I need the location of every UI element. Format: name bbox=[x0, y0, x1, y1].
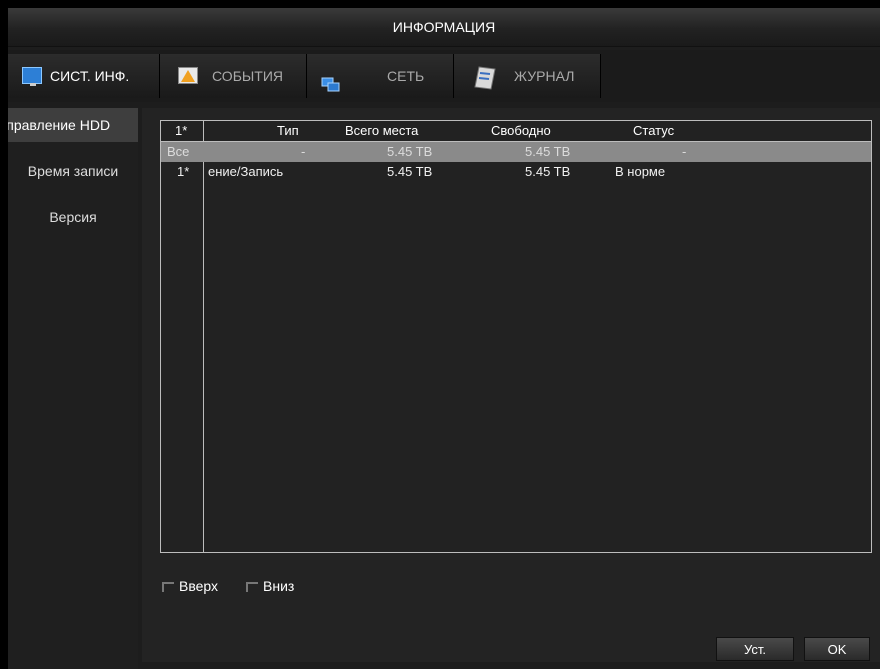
tab-label: СОБЫТИЯ bbox=[212, 68, 283, 84]
network-icon bbox=[321, 67, 341, 92]
cell-type: ение/Запись bbox=[208, 164, 284, 179]
cell-id: 1* bbox=[177, 164, 190, 179]
table-row[interactable]: Все - 5.45 TB 5.45 TB - bbox=[161, 142, 871, 162]
monitor-icon bbox=[22, 67, 42, 86]
tab-network[interactable]: СЕТЬ bbox=[307, 54, 454, 98]
cell-total: 5.45 TB bbox=[387, 164, 433, 179]
tab-system-info[interactable]: СИСТ. ИНФ. bbox=[8, 54, 160, 98]
page-up-label: Вверх bbox=[179, 578, 219, 594]
tab-bar: СИСТ. ИНФ. СОБЫТИЯ СЕТЬ ЖУРНАЛ bbox=[8, 50, 880, 102]
sidebar-item-hdd-management[interactable]: Управление HDD bbox=[8, 108, 138, 142]
column-header-total: Всего места bbox=[345, 123, 419, 138]
log-book-icon bbox=[474, 63, 496, 90]
tab-events[interactable]: СОБЫТИЯ bbox=[160, 54, 307, 98]
page-down-icon bbox=[246, 582, 258, 593]
tab-log[interactable]: ЖУРНАЛ bbox=[454, 54, 601, 98]
sidebar-item-label: Управление HDD bbox=[8, 117, 111, 133]
page-down-button[interactable]: Вниз bbox=[246, 576, 294, 596]
sidebar-item-label: Версия bbox=[49, 209, 97, 225]
cell-free: 5.45 TB bbox=[525, 144, 571, 159]
sidebar: Управление HDD Время записи Версия bbox=[8, 108, 138, 669]
sidebar-item-label: Время записи bbox=[27, 163, 119, 179]
table-row[interactable]: 1* ение/Запись 5.45 TB 5.45 TB В норме bbox=[161, 162, 871, 182]
page-up-button[interactable]: Вверх bbox=[162, 576, 218, 596]
cell-total: 5.45 TB bbox=[387, 144, 433, 159]
cell-free: 5.45 TB bbox=[525, 164, 571, 179]
tab-label: СИСТ. ИНФ. bbox=[50, 68, 130, 84]
cell-type: - bbox=[301, 144, 306, 159]
cell-status: В норме bbox=[615, 164, 666, 179]
column-header-status: Статус bbox=[633, 123, 675, 138]
ok-button[interactable]: OK bbox=[804, 637, 870, 661]
cell-id: Все bbox=[167, 144, 190, 159]
sidebar-item-record-time[interactable]: Время записи bbox=[8, 154, 138, 188]
cell-status: - bbox=[682, 144, 687, 159]
column-header-free: Свободно bbox=[491, 123, 551, 138]
window-title: ИНФОРМАЦИЯ bbox=[8, 8, 880, 47]
tab-label: ЖУРНАЛ bbox=[514, 68, 575, 84]
content-panel: 1* Тип Всего места Свободно Статус Все -… bbox=[142, 108, 880, 662]
warning-icon bbox=[178, 67, 198, 84]
hdd-table: 1* Тип Всего места Свободно Статус Все -… bbox=[160, 120, 872, 553]
sidebar-item-version[interactable]: Версия bbox=[8, 200, 138, 234]
column-header-id: 1* bbox=[175, 123, 188, 138]
column-header-type: Тип bbox=[277, 123, 299, 138]
page-down-label: Вниз bbox=[263, 578, 295, 594]
set-button[interactable]: Уст. bbox=[716, 637, 794, 661]
column-divider bbox=[203, 121, 204, 552]
page-up-icon bbox=[162, 582, 174, 593]
tab-label: СЕТЬ bbox=[387, 68, 425, 84]
info-window: ИНФОРМАЦИЯ СИСТ. ИНФ. СОБЫТИЯ СЕТЬ ЖУРНА… bbox=[8, 8, 880, 669]
